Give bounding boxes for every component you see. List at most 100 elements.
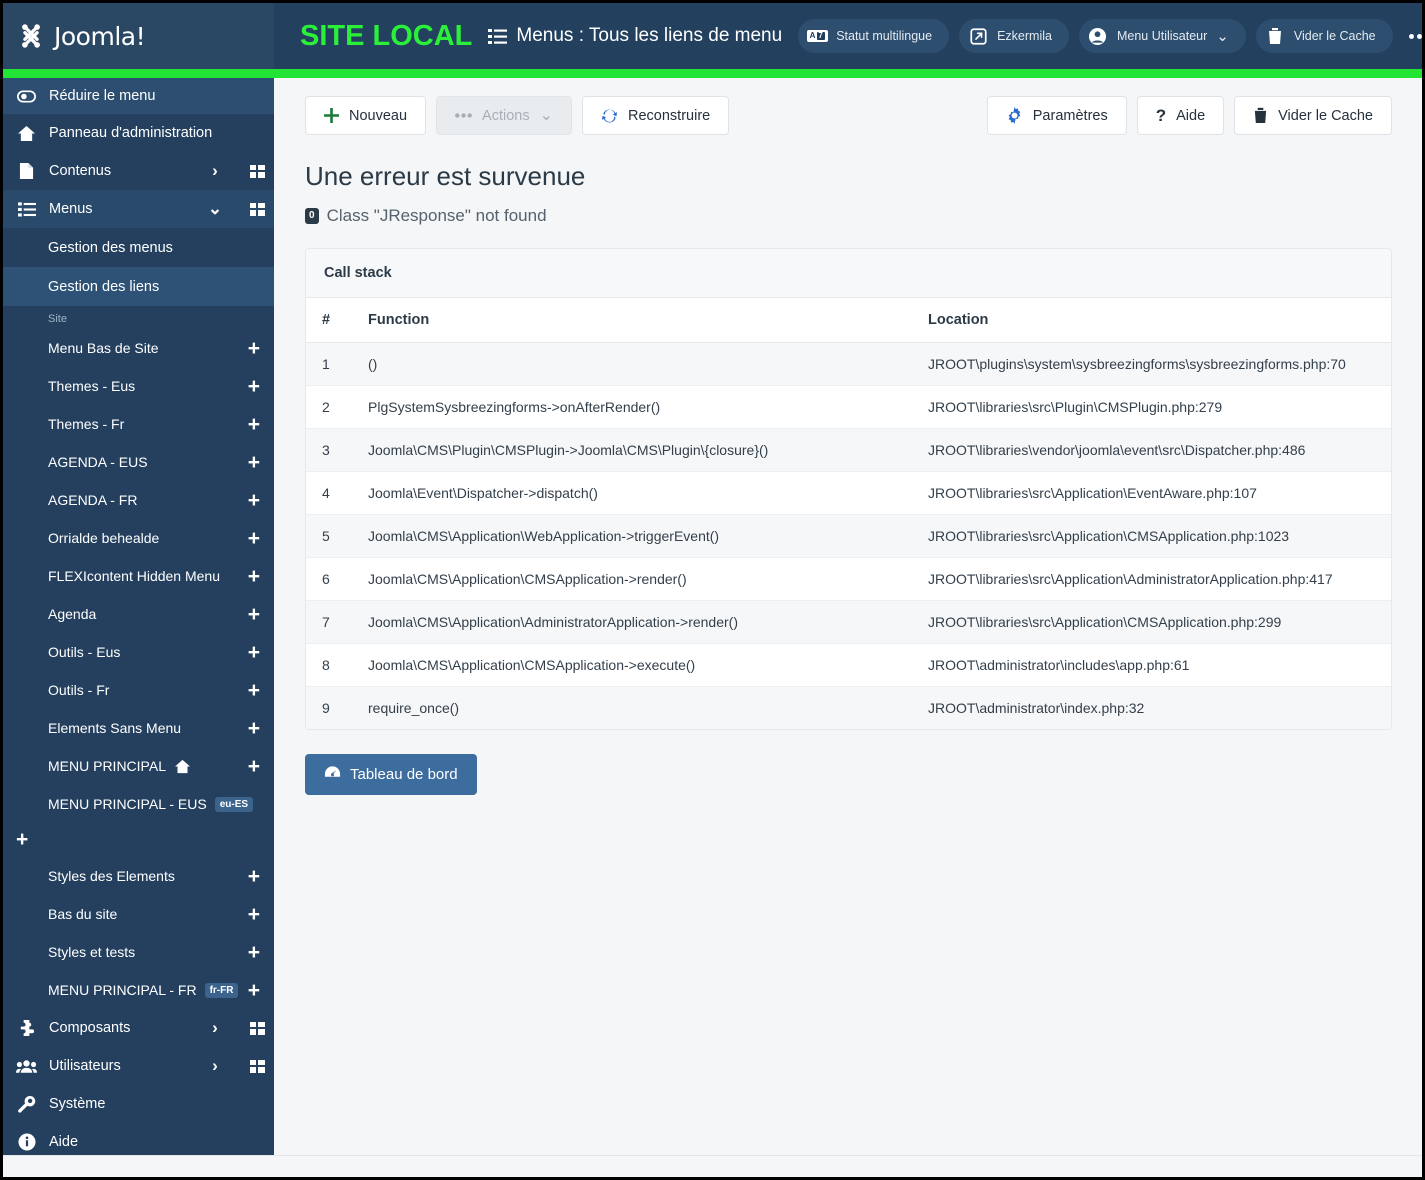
cell-index: 6 — [306, 557, 352, 601]
sidebar-menu-item[interactable]: MENU PRINCIPAL + — [3, 747, 274, 785]
trash-icon — [1253, 107, 1268, 124]
chevron-right-icon[interactable]: › — [202, 161, 228, 181]
puzzle-icon — [16, 1019, 37, 1037]
sidebar-item-menu-items[interactable]: Gestion des liens — [3, 267, 274, 306]
components-dashboard-grid-button[interactable] — [240, 1021, 274, 1035]
sidebar-menu-item[interactable]: MENU PRINCIPAL - EUS eu-ES — [3, 785, 274, 823]
add-menu-item-button[interactable]: + — [248, 490, 260, 511]
list-icon — [488, 28, 508, 44]
sidebar-menu-item[interactable]: Agenda + — [3, 595, 274, 633]
dashboard-button[interactable]: Tableau de bord — [305, 754, 477, 795]
header-main: SITE LOCAL Menus : Tous les liens de men… — [274, 3, 1422, 69]
sidebar-item-menu-items-label: Gestion des liens — [48, 278, 160, 295]
error-code-badge: 0 — [305, 208, 319, 224]
sidebar-menu-item[interactable]: FLEXIcontent Hidden Menu + — [3, 557, 274, 595]
add-menu-item-button[interactable]: + — [248, 942, 260, 963]
language-tag: eu-ES — [214, 796, 254, 812]
menus-dashboard-grid-button[interactable] — [240, 202, 274, 216]
cell-location: JROOT\libraries\src\Application\CMSAppli… — [912, 514, 1391, 558]
add-menu-item-button[interactable]: + — [248, 756, 260, 777]
add-menu-button[interactable]: + — [3, 823, 274, 857]
sidebar-item-menu-manager[interactable]: Gestion des menus — [3, 228, 274, 267]
add-menu-item-button[interactable]: + — [248, 904, 260, 925]
sidebar-item-dashboard[interactable]: Panneau d'administration — [3, 114, 274, 152]
home-icon — [16, 125, 37, 142]
multilingual-status-button[interactable]: A7 Statut multilingue — [798, 19, 950, 53]
sidebar-item-help[interactable]: Aide — [3, 1123, 274, 1155]
cell-index: 7 — [306, 600, 352, 644]
sidebar-menu-item-label: AGENDA - EUS — [48, 454, 148, 470]
grid-icon — [249, 202, 265, 216]
new-button[interactable]: Nouveau — [305, 96, 427, 135]
cell-index: 8 — [306, 643, 352, 687]
sidebar-menu-item[interactable]: Bas du site + — [3, 895, 274, 933]
sidebar-menu-item-label: Themes - Eus — [48, 378, 136, 394]
joomla-logo[interactable]: Joomla! — [16, 21, 146, 51]
chevron-right-icon[interactable]: › — [202, 1056, 228, 1076]
cell-index: 2 — [306, 385, 352, 429]
rebuild-button[interactable]: Reconstruire — [582, 96, 730, 135]
add-menu-item-button[interactable]: + — [248, 566, 260, 587]
cell-function: () — [352, 342, 912, 386]
add-menu-item-button[interactable]: + — [248, 680, 260, 701]
sidebar-menu-item[interactable]: Orrialde behealde + — [3, 519, 274, 557]
sidebar-menu-item[interactable]: Themes - Eus + — [3, 367, 274, 405]
content-dashboard-grid-button[interactable] — [240, 164, 274, 178]
add-menu-item-button[interactable]: + — [248, 980, 260, 1001]
grid-icon — [249, 1021, 265, 1035]
language-tag: fr-FR — [204, 982, 239, 998]
add-menu-item-button[interactable]: + — [248, 338, 260, 359]
sidebar-item-components[interactable]: Composants › — [3, 1009, 274, 1047]
new-button-label: Nouveau — [349, 107, 408, 124]
add-menu-item-button[interactable]: + — [248, 376, 260, 397]
sidebar-menu-item[interactable]: Outils - Fr + — [3, 671, 274, 709]
sidebar-menu-item-label: Menu Bas de Site — [48, 340, 159, 356]
clear-cache-button[interactable]: Vider le Cache — [1234, 96, 1392, 135]
add-menu-item-button[interactable]: + — [248, 866, 260, 887]
user-menu-button[interactable]: Menu Utilisateur ⌄ — [1078, 19, 1246, 53]
sidebar-menu-item[interactable]: AGENDA - EUS + — [3, 443, 274, 481]
chevron-down-icon[interactable]: ⌄ — [202, 200, 228, 216]
sidebar-menu-item-label: Styles des Elements — [48, 868, 175, 884]
help-button[interactable]: ? Aide — [1136, 96, 1225, 135]
question-mark-icon: ? — [1155, 105, 1167, 125]
sidebar-menu-item[interactable]: Themes - Fr + — [3, 405, 274, 443]
add-menu-item-button[interactable]: + — [248, 452, 260, 473]
brand-area[interactable]: Joomla! — [3, 3, 274, 69]
cell-location: JROOT\libraries\src\Application\CMSAppli… — [912, 600, 1391, 644]
add-menu-item-button[interactable]: + — [248, 414, 260, 435]
sidebar-item-menus[interactable]: Menus ⌄ — [3, 190, 274, 228]
wrench-icon — [16, 1095, 37, 1114]
clear-cache-header-button[interactable]: Vider le Cache — [1255, 19, 1393, 53]
cell-index: 1 — [306, 342, 352, 386]
sidebar-menu-item[interactable]: Elements Sans Menu + — [3, 709, 274, 747]
sidebar-menu-list: Menu Bas de Site + Themes - Eus + Themes - F… — [3, 329, 274, 823]
sidebar-collapse-toggle[interactable]: Réduire le menu — [3, 78, 274, 114]
sidebar-menu-item[interactable]: Outils - Eus + — [3, 633, 274, 671]
users-dashboard-grid-button[interactable] — [240, 1059, 274, 1073]
sidebar-collapse-label: Réduire le menu — [49, 88, 156, 104]
list-icon — [16, 201, 37, 217]
sidebar-menu-item[interactable]: Styles des Elements + — [3, 857, 274, 895]
actions-dropdown-button[interactable]: Actions ⌄ — [436, 96, 573, 135]
sidebar-item-users[interactable]: Utilisateurs › — [3, 1047, 274, 1085]
options-button[interactable]: Paramètres — [986, 96, 1127, 135]
add-menu-item-button[interactable]: + — [248, 604, 260, 625]
sidebar-menu-item[interactable]: AGENDA - FR + — [3, 481, 274, 519]
info-icon — [16, 1133, 37, 1151]
sidebar-menu-item[interactable]: MENU PRINCIPAL - FR fr-FR + — [3, 971, 274, 1009]
table-row: 5 Joomla\CMS\Application\WebApplication->… — [306, 514, 1391, 558]
sidebar-menu-item[interactable]: Menu Bas de Site + — [3, 329, 274, 367]
add-menu-item-button[interactable]: + — [248, 528, 260, 549]
preview-site-button[interactable]: Ezkermila — [959, 19, 1069, 53]
col-header-function: Function — [352, 298, 912, 343]
sidebar-item-content[interactable]: Contenus › — [3, 152, 274, 190]
add-menu-item-button[interactable]: + — [248, 718, 260, 739]
sidebar-item-system[interactable]: Système — [3, 1085, 274, 1123]
sidebar-item-help-label: Aide — [49, 1134, 79, 1150]
overflow-menu-button[interactable] — [1403, 33, 1422, 39]
add-menu-item-button[interactable]: + — [248, 642, 260, 663]
chevron-right-icon[interactable]: › — [202, 1018, 228, 1038]
sidebar-menu-item[interactable]: Styles et tests + — [3, 933, 274, 971]
col-header-location: Location — [912, 298, 1391, 343]
